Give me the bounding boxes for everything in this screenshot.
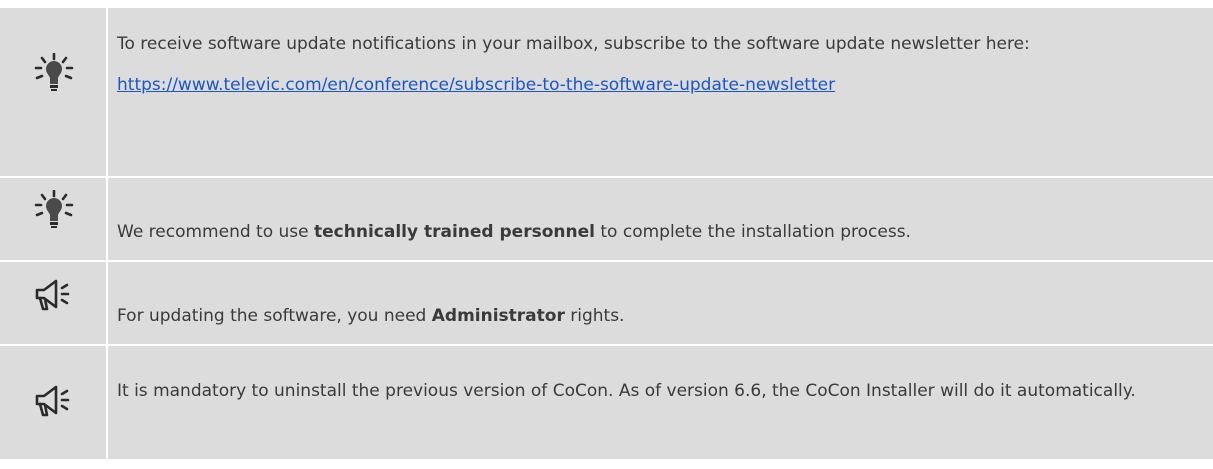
tip-row: We recommend to use technically trained … (0, 178, 1213, 262)
notes-table: To receive software update notifications… (0, 8, 1213, 469)
column-divider (106, 8, 108, 469)
newsletter-paragraph: To receive software update notifications… (117, 34, 1030, 54)
lightbulb-icon (34, 53, 74, 91)
emphasis: Administrator (431, 306, 565, 326)
emphasis: technically trained personnel (314, 222, 595, 242)
notice-text: For updating the software, you need Admi… (117, 306, 625, 326)
megaphone-icon (35, 385, 70, 417)
tip-text: To receive software update notifications… (117, 32, 1197, 97)
notice-row: For updating the software, you need Admi… (0, 262, 1213, 346)
newsletter-link[interactable]: https://www.televic.com/en/conference/su… (117, 75, 835, 95)
lightbulb-icon (34, 190, 74, 228)
notice-text: It is mandatory to uninstall the previou… (117, 381, 1136, 401)
megaphone-icon (35, 279, 70, 311)
notice-row: It is mandatory to uninstall the previou… (0, 346, 1213, 459)
tip-text: We recommend to use technically trained … (117, 222, 911, 242)
tip-row: To receive software update notifications… (0, 8, 1213, 178)
